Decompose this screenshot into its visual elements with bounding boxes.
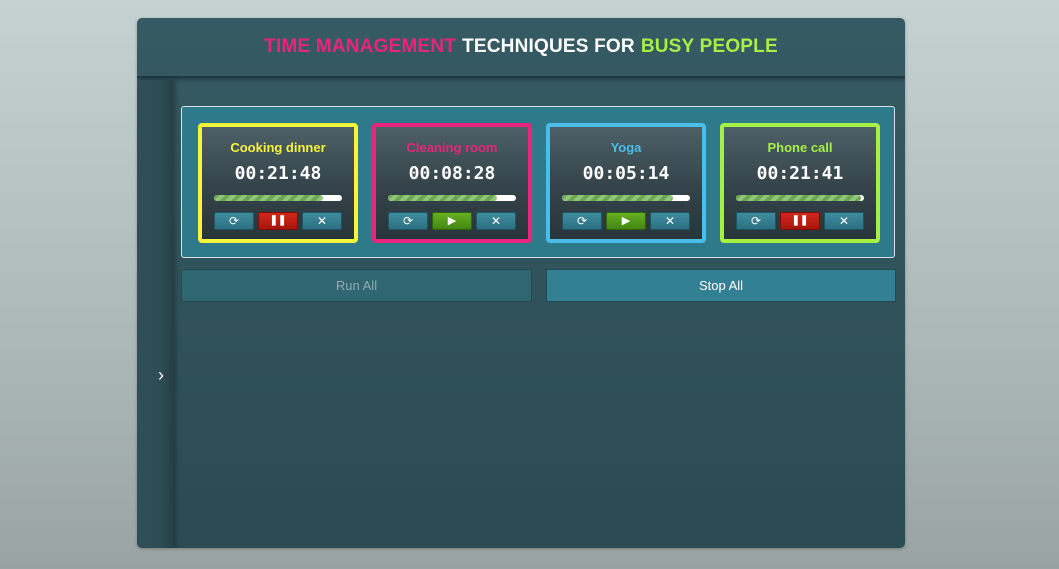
run-all-button[interactable]: Run All	[181, 269, 532, 302]
timer-title: Cooking dinner	[230, 140, 326, 155]
app-window: TIME MANAGEMENT TECHNIQUES FOR BUSY PEOP…	[137, 18, 905, 548]
pause-icon[interactable]: ❚❚	[258, 212, 298, 230]
timer-progress-fill	[388, 195, 497, 201]
timer-progress-bar	[562, 195, 690, 201]
title-part-3: BUSY PEOPLE	[640, 36, 778, 57]
timer-card-cleaning-room: Cleaning room 00:08:28 ⟳ ▶ ✕	[372, 123, 532, 243]
page-title: TIME MANAGEMENT TECHNIQUES FOR BUSY PEOP…	[137, 18, 905, 78]
title-part-2: TECHNIQUES FOR	[462, 36, 635, 57]
chevron-right-icon[interactable]: ›	[154, 365, 168, 385]
timer-card-phone-call: Phone call 00:21:41 ⟳ ❚❚ ✕	[720, 123, 880, 243]
timer-time: 00:05:14	[582, 163, 670, 184]
timer-progress-fill	[562, 195, 674, 201]
timer-card-yoga: Yoga 00:05:14 ⟳ ▶ ✕	[546, 123, 706, 243]
timers-panel: Cooking dinner 00:21:48 ⟳ ❚❚ ✕ Cleaning room 0…	[181, 106, 895, 258]
sidebar: ›	[137, 80, 173, 548]
close-icon[interactable]: ✕	[476, 212, 516, 230]
close-icon[interactable]: ✕	[650, 212, 690, 230]
timer-time: 00:21:41	[756, 163, 844, 184]
timer-card-cooking-dinner: Cooking dinner 00:21:48 ⟳ ❚❚ ✕	[198, 123, 358, 243]
timer-controls: ⟳ ▶ ✕	[562, 212, 690, 230]
timer-progress-fill	[214, 195, 323, 201]
reset-icon[interactable]: ⟳	[736, 212, 776, 230]
timer-time: 00:21:48	[234, 163, 322, 184]
reset-icon[interactable]: ⟳	[388, 212, 428, 230]
play-icon[interactable]: ▶	[432, 212, 472, 230]
title-part-1: TIME MANAGEMENT	[264, 36, 457, 57]
play-icon[interactable]: ▶	[606, 212, 646, 230]
reset-icon[interactable]: ⟳	[214, 212, 254, 230]
timer-title: Yoga	[610, 140, 642, 155]
reset-icon[interactable]: ⟳	[562, 212, 602, 230]
timer-progress-fill	[736, 195, 862, 201]
timer-progress-bar	[736, 195, 864, 201]
close-icon[interactable]: ✕	[302, 212, 342, 230]
pause-icon[interactable]: ❚❚	[780, 212, 820, 230]
timer-time: 00:08:28	[408, 163, 496, 184]
stop-all-button[interactable]: Stop All	[546, 269, 896, 302]
close-icon[interactable]: ✕	[824, 212, 864, 230]
timer-controls: ⟳ ▶ ✕	[388, 212, 516, 230]
timer-title: Phone call	[767, 140, 833, 155]
timer-title: Cleaning room	[406, 140, 498, 155]
timer-controls: ⟳ ❚❚ ✕	[214, 212, 342, 230]
timer-progress-bar	[388, 195, 516, 201]
timer-controls: ⟳ ❚❚ ✕	[736, 212, 864, 230]
timer-progress-bar	[214, 195, 342, 201]
